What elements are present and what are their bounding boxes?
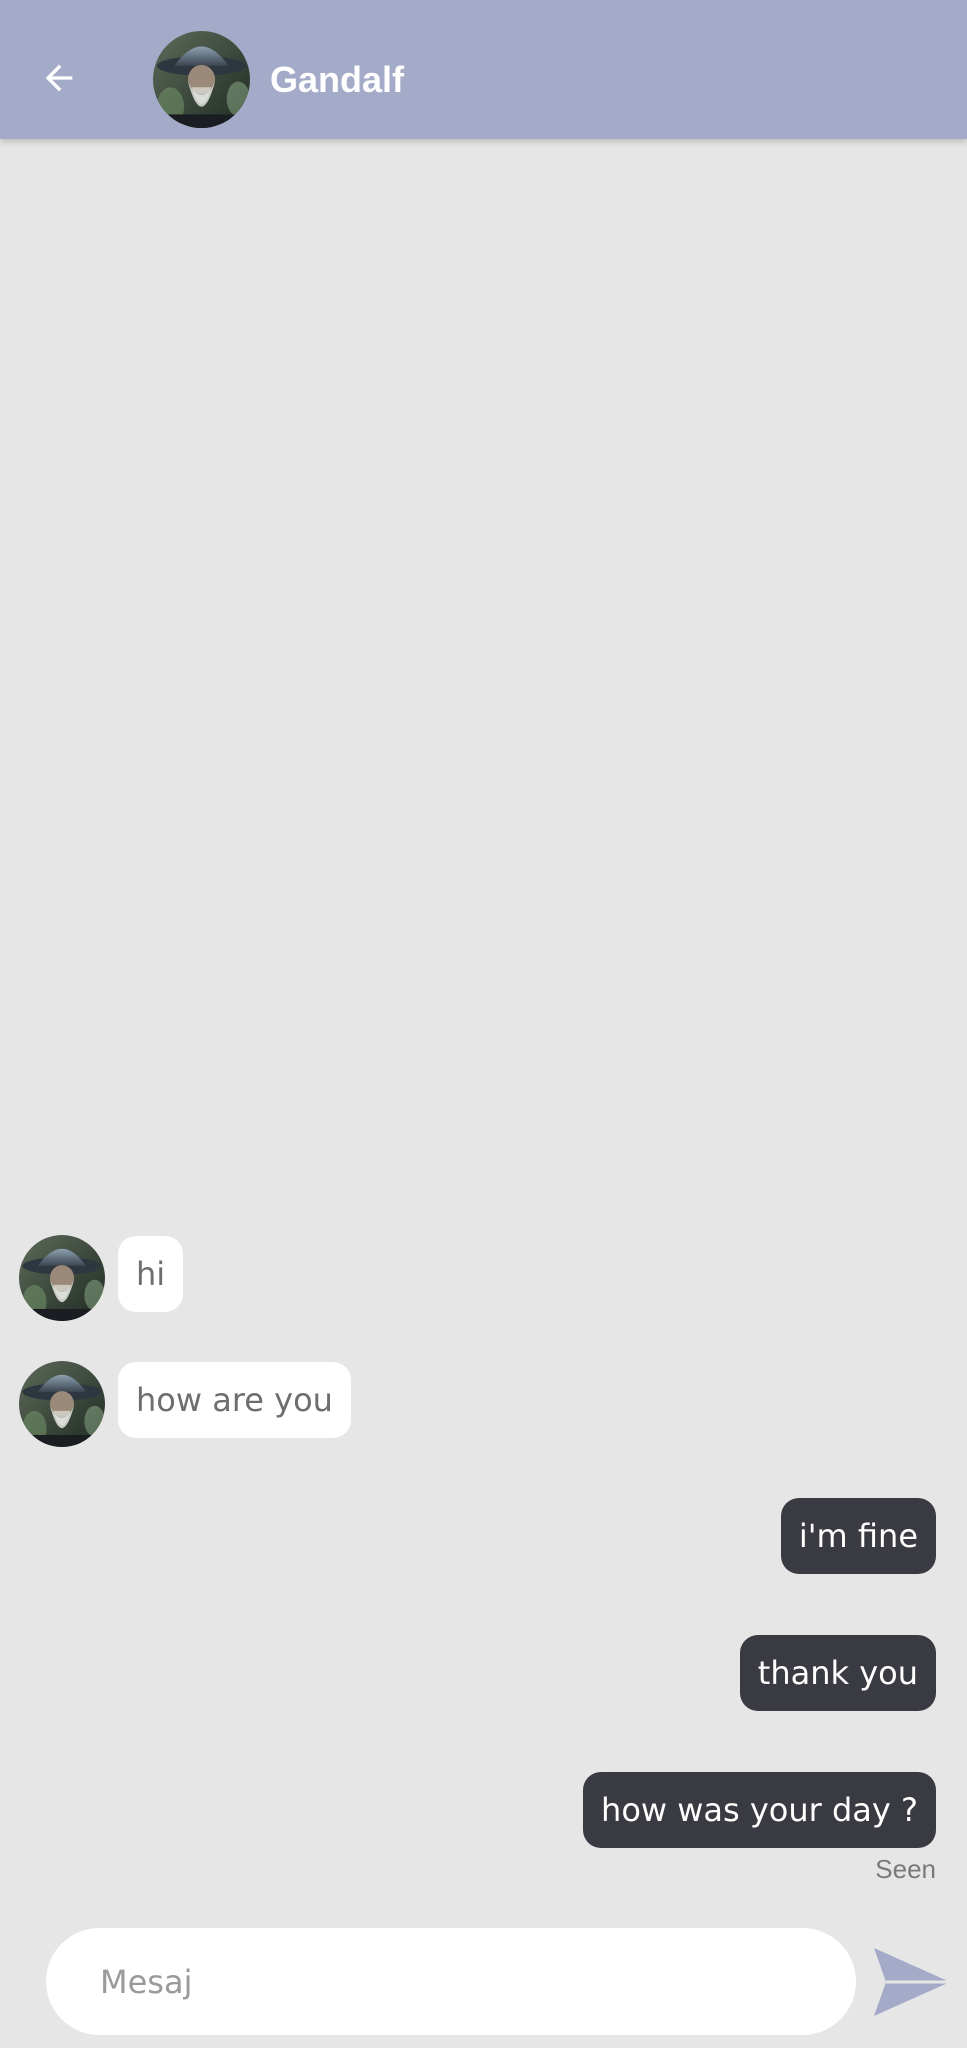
- arrow-left-icon: [45, 64, 73, 92]
- message-composer[interactable]: [46, 1928, 856, 2035]
- contact-name[interactable]: Gandalf: [270, 56, 404, 104]
- seen-status: Seen: [875, 1854, 936, 1884]
- back-button[interactable]: [26, 45, 92, 111]
- incoming-message[interactable]: how are you: [118, 1362, 351, 1438]
- message-input[interactable]: [98, 1961, 856, 2002]
- outgoing-message[interactable]: thank you: [739, 1635, 936, 1711]
- send-icon: [874, 1948, 950, 2016]
- sender-avatar: [19, 1361, 105, 1447]
- outgoing-message[interactable]: how was your day ?: [583, 1772, 936, 1848]
- incoming-message[interactable]: hi: [118, 1236, 184, 1312]
- send-button[interactable]: [872, 1946, 952, 2018]
- contact-avatar[interactable]: [153, 31, 250, 128]
- sender-avatar: [19, 1235, 105, 1321]
- outgoing-message[interactable]: i'm fine: [780, 1498, 936, 1574]
- app-bar: Gandalf: [0, 0, 967, 139]
